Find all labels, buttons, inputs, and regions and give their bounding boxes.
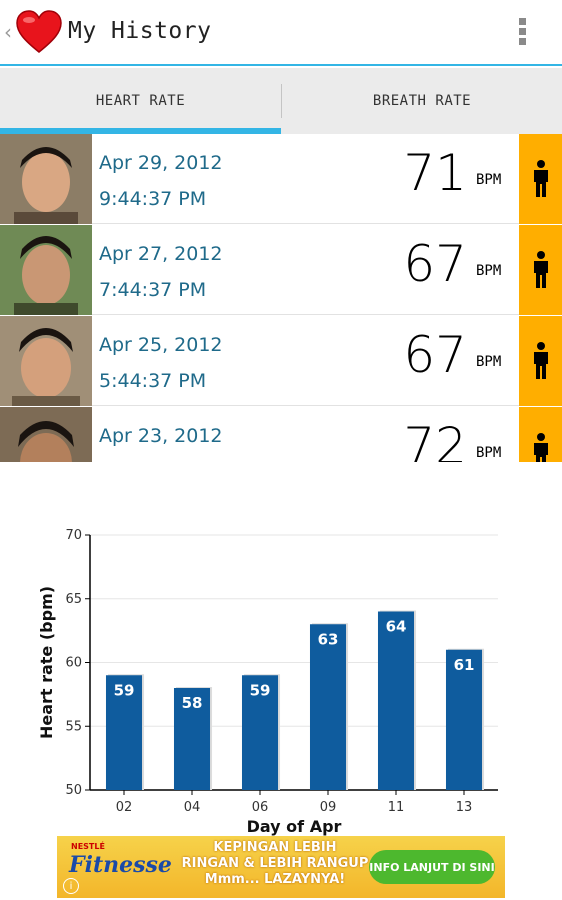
row-status — [519, 407, 562, 462]
face-photo — [0, 407, 92, 462]
ad-cta-button[interactable]: INFO LANJUT DI SINI — [369, 850, 495, 884]
row-time: 5:44:37 PM — [99, 370, 207, 392]
tab-heart-rate[interactable]: HEART RATE — [0, 68, 281, 134]
ad-line-2: RINGAN & LEBIH RANGUP — [181, 856, 369, 871]
ad-info-icon[interactable]: i — [63, 878, 79, 894]
list-item[interactable]: Apr 29, 2012 9:44:37 PM 71 BPM — [0, 134, 562, 224]
y-tick-label: 55 — [65, 719, 82, 734]
face-photo — [0, 134, 92, 224]
row-time: 7:44:37 PM — [99, 279, 207, 301]
data-label: 64 — [386, 618, 407, 636]
x-tick-label: 04 — [184, 800, 201, 815]
row-date: Apr 27, 2012 — [99, 243, 223, 265]
bar — [309, 624, 347, 790]
row-unit: BPM — [476, 263, 502, 279]
data-label: 61 — [454, 656, 475, 674]
tab-breath-rate[interactable]: BREATH RATE — [282, 68, 562, 134]
list-item[interactable]: Apr 27, 2012 7:44:37 PM 67 BPM — [0, 225, 562, 315]
ad-brand-logo: Fitnesse — [69, 852, 172, 878]
row-heart-rate: 67 — [403, 235, 467, 293]
y-axis-title: Heart rate (bpm) — [37, 586, 56, 739]
y-tick-label: 60 — [65, 656, 82, 671]
row-status — [519, 316, 562, 406]
ad-line-3: Mmm... LAZAYNYA! — [204, 872, 346, 887]
row-date: Apr 25, 2012 — [99, 334, 223, 356]
x-tick-label: 13 — [456, 800, 473, 815]
action-bar: ‹ My History — [0, 0, 562, 66]
person-icon — [533, 342, 548, 379]
data-label: 63 — [318, 630, 339, 648]
ad-headline: KEPINGAN LEBIH RINGAN & LEBIH RANGUP Mmm… — [175, 840, 375, 888]
tab-bar: HEART RATE BREATH RATE — [0, 68, 562, 134]
ad-line-1: KEPINGAN LEBIH — [213, 840, 337, 855]
person-icon — [533, 160, 548, 197]
x-tick-label: 02 — [116, 800, 133, 815]
heart-rate-chart: 50 55 60 65 70 59 02 58 04 59 06 63 09 64 11 61 13 Day of… — [37, 528, 498, 836]
row-status — [519, 225, 562, 315]
data-label: 58 — [182, 694, 203, 712]
person-icon — [533, 251, 548, 288]
row-heart-rate: 67 — [403, 326, 467, 384]
x-tick-label: 06 — [252, 800, 269, 815]
data-label: 59 — [114, 681, 135, 699]
y-tick-label: 70 — [65, 528, 82, 543]
face-photo — [0, 316, 92, 406]
page-title: My History — [68, 18, 212, 44]
y-tick-label: 50 — [65, 783, 82, 798]
row-status — [519, 134, 562, 224]
row-date: Apr 29, 2012 — [99, 152, 223, 174]
x-tick-label: 09 — [320, 800, 337, 815]
row-heart-rate: 72 — [403, 417, 467, 462]
face-photo — [0, 225, 92, 315]
back-chevron-icon[interactable]: ‹ — [4, 20, 12, 44]
row-date: Apr 23, 2012 — [99, 425, 223, 447]
x-tick-label: 11 — [388, 800, 405, 815]
x-axis-title: Day of Apr — [247, 817, 342, 836]
list-item[interactable]: Apr 25, 2012 5:44:37 PM 67 BPM — [0, 316, 562, 406]
data-label: 59 — [250, 681, 271, 699]
history-list[interactable]: Apr 29, 2012 9:44:37 PM 71 BPM Apr 27, 2… — [0, 134, 562, 462]
heart-icon[interactable] — [16, 10, 62, 54]
bar — [377, 611, 415, 790]
row-heart-rate: 71 — [403, 144, 467, 202]
list-item[interactable]: Apr 23, 2012 72 BPM — [0, 407, 562, 462]
row-time: 9:44:37 PM — [99, 188, 207, 210]
y-tick-label: 65 — [65, 592, 82, 607]
row-unit: BPM — [476, 354, 502, 370]
overflow-menu-icon[interactable] — [512, 18, 532, 48]
person-icon — [533, 433, 548, 462]
row-unit: BPM — [476, 445, 502, 461]
ad-brand-maker: NESTLÉ — [71, 842, 105, 851]
ad-banner[interactable]: NESTLÉ Fitnesse KEPINGAN LEBIH RINGAN & … — [57, 836, 505, 898]
row-unit: BPM — [476, 172, 502, 188]
